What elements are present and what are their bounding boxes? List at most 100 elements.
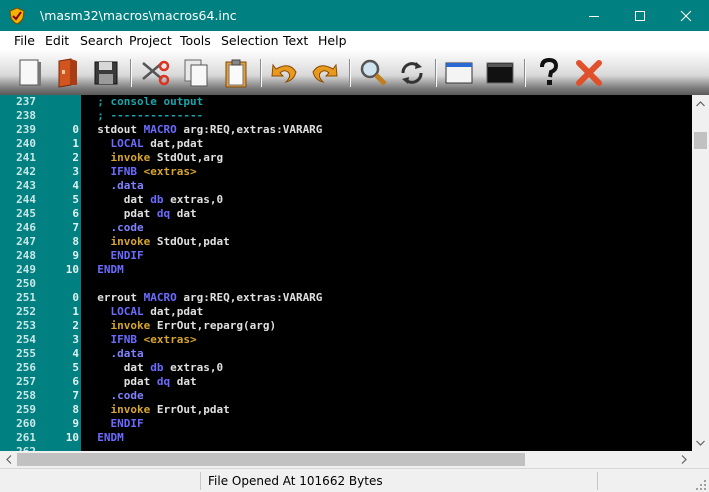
nesting-count: 7: [72, 221, 79, 234]
undo-icon: [271, 63, 297, 83]
nesting-count: 7: [72, 389, 79, 402]
toolbar-separator: [524, 59, 526, 87]
minimize-button[interactable]: [571, 0, 617, 31]
help-icon: [540, 58, 559, 85]
code-line[interactable]: invoke StdOut,pdat: [84, 235, 230, 248]
exit-button[interactable]: [573, 57, 605, 89]
new-window-button[interactable]: [443, 57, 475, 89]
chevron-down-icon: [696, 440, 705, 446]
nesting-count: 2: [72, 319, 79, 332]
code-line[interactable]: IFNB <extras>: [84, 165, 197, 178]
maximize-button[interactable]: [617, 0, 663, 31]
scroll-up-button[interactable]: [692, 95, 709, 112]
code-line[interactable]: invoke StdOut,arg: [84, 151, 224, 164]
open-file-button[interactable]: [51, 57, 83, 89]
code-line[interactable]: dat db extras,0: [84, 193, 223, 206]
code-line[interactable]: LOCAL dat,pdat: [84, 137, 204, 150]
toolbar-separator: [435, 59, 437, 87]
vertical-scroll-thumb[interactable]: [694, 132, 707, 149]
chevron-up-icon: [696, 100, 705, 106]
code-line[interactable]: ; console output: [84, 95, 203, 108]
code-line[interactable]: stdout MACRO arg:REQ,extras:VARARG: [84, 123, 322, 136]
code-line[interactable]: ENDIF: [84, 249, 144, 262]
replace-icon: [401, 62, 423, 84]
code-line[interactable]: invoke ErrOut,reparg(arg): [84, 319, 277, 332]
new-file-icon: [19, 59, 41, 86]
redo-button[interactable]: [308, 57, 340, 89]
menu-selection[interactable]: Selection: [221, 31, 279, 51]
menu-text[interactable]: Text: [283, 31, 308, 51]
code-line[interactable]: .data: [84, 347, 144, 360]
code-line[interactable]: .code: [84, 389, 144, 402]
line-number: 239: [16, 123, 36, 136]
line-number-gutter: 237 238 239 0 240 1 241 2 242 3 243 4 244 5 245 6 246 7 24…: [0, 95, 81, 451]
code-line[interactable]: ; --------------: [84, 109, 203, 122]
window-icon: [445, 62, 473, 84]
paste-button[interactable]: [220, 57, 252, 89]
copy-button[interactable]: [180, 57, 212, 89]
scroll-down-button[interactable]: [692, 434, 709, 451]
line-number: 257: [16, 375, 36, 388]
line-number: 253: [16, 319, 36, 332]
line-number: 238: [16, 109, 36, 122]
title-bar[interactable]: \masm32\macros\macros64.inc: [0, 0, 709, 31]
toolbar: [0, 51, 709, 95]
nesting-count: 1: [72, 137, 79, 150]
line-number: 240: [16, 137, 36, 150]
cut-button[interactable]: [139, 57, 171, 89]
code-line[interactable]: errout MACRO arg:REQ,extras:VARARG: [84, 291, 322, 304]
horizontal-scroll-thumb[interactable]: [17, 453, 525, 466]
code-line[interactable]: .data: [84, 179, 144, 192]
menu-file[interactable]: File: [14, 31, 35, 51]
menu-help[interactable]: Help: [318, 31, 347, 51]
nesting-count: 8: [72, 235, 79, 248]
save-button[interactable]: [90, 57, 122, 89]
console-icon: [486, 62, 514, 84]
menu-tools[interactable]: Tools: [180, 31, 211, 51]
line-number: 242: [16, 165, 36, 178]
new-file-button[interactable]: [14, 57, 46, 89]
menu-search[interactable]: Search: [80, 31, 123, 51]
chevron-right-icon: [681, 455, 687, 464]
copy-icon: [184, 59, 208, 87]
line-number: 244: [16, 193, 36, 206]
nesting-count: 5: [72, 193, 79, 206]
line-number: 252: [16, 305, 36, 318]
replace-button[interactable]: [396, 57, 428, 89]
vertical-scrollbar[interactable]: [692, 95, 709, 451]
code-line[interactable]: IFNB <extras>: [84, 333, 197, 346]
scroll-right-button[interactable]: [675, 451, 692, 468]
code-line[interactable]: dat db extras,0: [84, 361, 223, 374]
paste-icon: [225, 59, 247, 88]
console-button[interactable]: [484, 57, 516, 89]
close-window-button[interactable]: [663, 0, 709, 31]
code-line[interactable]: pdat dq dat: [84, 375, 197, 388]
undo-button[interactable]: [269, 57, 301, 89]
code-line[interactable]: ENDM: [84, 263, 124, 276]
code-line[interactable]: LOCAL dat,pdat: [84, 305, 204, 318]
menu-edit[interactable]: Edit: [45, 31, 69, 51]
code-line[interactable]: ENDM: [84, 431, 124, 444]
code-line[interactable]: ENDIF: [84, 417, 144, 430]
chevron-left-icon: [5, 455, 11, 464]
menu-project[interactable]: Project: [129, 31, 172, 51]
line-number: 259: [16, 403, 36, 416]
code-line[interactable]: invoke ErrOut,pdat: [84, 403, 230, 416]
find-button[interactable]: [357, 57, 389, 89]
horizontal-scrollbar[interactable]: [0, 451, 692, 468]
code-line[interactable]: .code: [84, 221, 144, 234]
resize-grip-icon[interactable]: [696, 480, 707, 491]
app-icon[interactable]: [8, 7, 26, 25]
save-icon: [94, 61, 118, 85]
line-number: 237: [16, 95, 36, 108]
nesting-count: 10: [65, 263, 79, 276]
nesting-count: 5: [72, 361, 79, 374]
nesting-count: 0: [72, 123, 79, 136]
line-number: 241: [16, 151, 36, 164]
code-line[interactable]: pdat dq dat: [84, 207, 197, 220]
scroll-left-button[interactable]: [0, 451, 17, 468]
menu-bar: File Edit Search Project Tools Selection…: [0, 31, 709, 51]
help-button[interactable]: [533, 57, 565, 89]
nesting-count: 3: [72, 165, 79, 178]
code-editor[interactable]: 237 238 239 0 240 1 241 2 242 3 243 4 244 5 245 6 246 7 24…: [0, 95, 692, 451]
